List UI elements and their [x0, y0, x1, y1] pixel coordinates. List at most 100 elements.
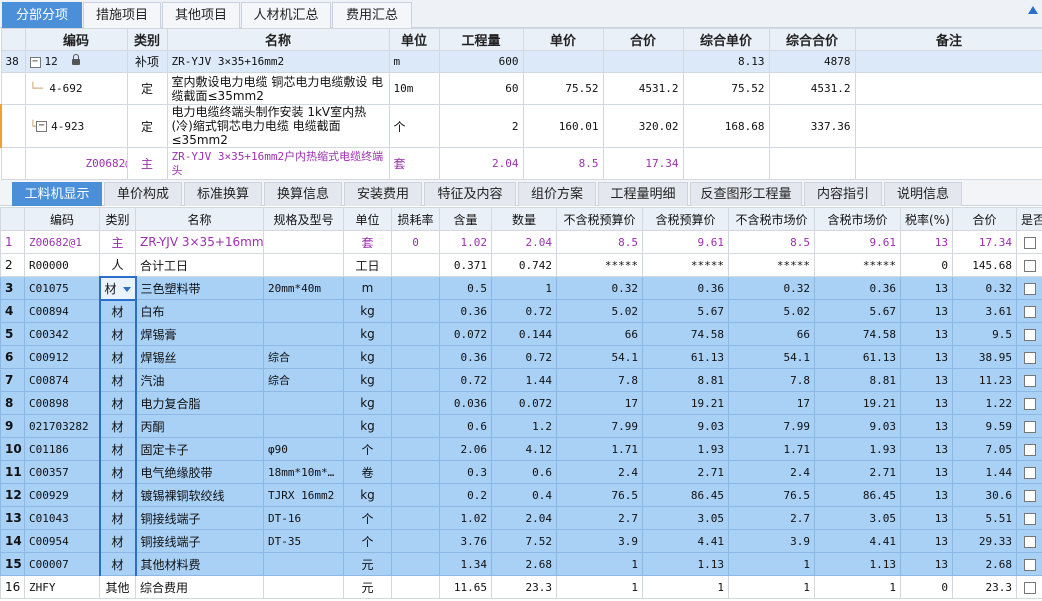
row-loss-rate[interactable] [391, 506, 440, 530]
table-row[interactable]: 11 C00357 材电气绝缘胶带 18mm*10m*… 卷 0.3 0.6 2.4 2.71 2… [0, 460, 1042, 484]
row-tax-rate[interactable]: 13 [900, 552, 953, 576]
row-budget-price-excl-tax[interactable]: 66 [556, 322, 643, 346]
row-unit[interactable]: m [343, 276, 392, 300]
row-quantity[interactable]: 2 [438, 104, 524, 148]
row-type[interactable]: 主 [126, 147, 168, 180]
row-budget-price-excl-tax[interactable]: 8.5 [556, 230, 643, 254]
row-content[interactable]: 1.02 [439, 230, 492, 254]
row-budget-price-excl-tax[interactable]: 0.32 [556, 276, 643, 300]
row-name[interactable]: 电力复合脂 [135, 391, 264, 415]
table-row[interactable]: 10 C01186 材固定卡子 φ90 个 2.06 4.12 1.71 1.93 1.71 1.9… [0, 437, 1042, 461]
row-content[interactable]: 11.65 [439, 575, 492, 599]
table-row[interactable]: 38 −12 补项 ZR-YJV 3×35+16mm2 m 600 8.13 4… [0, 50, 1042, 73]
header-amount[interactable]: 合价 [602, 28, 684, 51]
row-type[interactable]: 材 [98, 275, 137, 301]
row-spec[interactable]: φ90 [263, 437, 344, 461]
row-name[interactable]: 白布 [135, 299, 264, 323]
row-quantity[interactable]: 1 [491, 276, 557, 300]
row-tax-rate[interactable]: 13 [900, 276, 953, 300]
row-name[interactable]: 合计工日 [135, 253, 264, 277]
row-quantity[interactable]: 4.12 [491, 437, 557, 461]
row-spec[interactable]: DT-16 [263, 506, 344, 530]
header-total-composite[interactable]: 综合合价 [768, 28, 856, 51]
collapse-icon[interactable]: − [29, 56, 41, 68]
row-budget-price-incl-tax[interactable]: 3.05 [642, 506, 729, 530]
row-market-price-excl-tax[interactable]: 54.1 [728, 345, 815, 369]
row-market-price-incl-tax[interactable]: 61.13 [814, 345, 901, 369]
row-flag-checkbox[interactable] [1024, 305, 1036, 318]
row-flag-checkbox[interactable] [1024, 420, 1036, 433]
row-budget-price-incl-tax[interactable]: 1 [642, 575, 729, 599]
header-tax-rate[interactable]: 税率(%) [900, 207, 953, 231]
row-type[interactable]: 材 [98, 460, 137, 484]
row-note[interactable] [854, 147, 1042, 180]
row-spec[interactable]: DT-35 [263, 529, 344, 553]
row-code[interactable]: C01043 [24, 506, 100, 530]
row-budget-price-excl-tax[interactable]: ***** [556, 253, 643, 277]
row-content[interactable]: 0.5 [439, 276, 492, 300]
header-loss-rate[interactable]: 损耗率 [391, 207, 440, 231]
row-spec[interactable] [263, 414, 344, 438]
row-code[interactable]: C00357 [24, 460, 100, 484]
row-code[interactable]: C00874 [24, 368, 100, 392]
row-spec[interactable] [263, 230, 344, 254]
table-row[interactable]: 9 021703282 材丙酮 kg 0.6 1.2 7.99 9.03 7.99 9.03 13 9… [0, 414, 1042, 438]
header-price[interactable]: 单价 [522, 28, 604, 51]
row-budget-price-excl-tax[interactable]: 1.71 [556, 437, 643, 461]
row-spec[interactable]: 18mm*10m*… [263, 460, 344, 484]
row-spec[interactable] [263, 391, 344, 415]
row-code[interactable]: C00007 [24, 552, 100, 576]
tab-conversion-info[interactable]: 换算信息 [264, 182, 342, 206]
row-name[interactable]: ZR-YJV 3×35+16mm2户内热缩式电缆终端头 [166, 147, 390, 180]
row-content[interactable]: 0.371 [439, 253, 492, 277]
row-tax-rate[interactable]: 13 [900, 368, 953, 392]
row-name[interactable]: 丙酮 [135, 414, 264, 438]
tab-content-guide[interactable]: 内容指引 [804, 182, 882, 206]
row-budget-price-excl-tax[interactable]: 2.4 [556, 460, 643, 484]
row-name[interactable]: 焊锡丝 [135, 345, 264, 369]
row-quantity[interactable]: 0.742 [491, 253, 557, 277]
row-content[interactable]: 0.072 [439, 322, 492, 346]
tab-price-composition[interactable]: 单价构成 [104, 182, 182, 206]
row-quantity[interactable]: 2.68 [491, 552, 557, 576]
row-market-price-excl-tax[interactable]: 8.5 [728, 230, 815, 254]
row-quantity[interactable]: 1.44 [491, 368, 557, 392]
row-quantity[interactable]: 0.72 [491, 345, 557, 369]
row-market-price-incl-tax[interactable]: 74.58 [814, 322, 901, 346]
row-name[interactable]: 焊锡膏 [135, 322, 264, 346]
row-loss-rate[interactable]: 0 [391, 230, 440, 254]
row-quantity[interactable]: 0.072 [491, 391, 557, 415]
row-content[interactable]: 0.36 [439, 299, 492, 323]
row-flag-checkbox[interactable] [1024, 236, 1036, 249]
row-quantity[interactable]: 60 [438, 72, 524, 105]
row-market-price-incl-tax[interactable]: 9.03 [814, 414, 901, 438]
row-budget-price-excl-tax[interactable]: 54.1 [556, 345, 643, 369]
row-flag-checkbox[interactable] [1024, 558, 1036, 571]
table-row[interactable]: 14 C00954 材铜接线端子 DT-35 个 3.76 7.52 3.9 4.41 3.9 4.… [0, 529, 1042, 553]
row-tax-rate[interactable]: 13 [900, 483, 953, 507]
row-market-price-incl-tax[interactable]: 1 [814, 575, 901, 599]
row-content[interactable]: 1.34 [439, 552, 492, 576]
row-type[interactable]: 定 [126, 72, 168, 105]
row-budget-price-incl-tax[interactable]: 9.61 [642, 230, 729, 254]
header-code[interactable]: 编码 [24, 207, 100, 231]
row-name[interactable]: 电力电缆终端头制作安装 1kV室内热(冷)缩式铜芯电力电缆 电缆截面≤35mm2 [166, 104, 390, 148]
row-flag-checkbox[interactable] [1024, 259, 1036, 272]
row-flag-checkbox[interactable] [1024, 443, 1036, 456]
row-unit[interactable]: 元 [343, 552, 392, 576]
row-content[interactable]: 2.06 [439, 437, 492, 461]
row-code[interactable]: Z00682@1 [24, 147, 128, 180]
row-unit[interactable]: kg [343, 414, 392, 438]
row-type[interactable]: 主 [99, 230, 136, 254]
row-name[interactable]: ZR-YJV 3×35+16mm2… [135, 230, 264, 254]
tab-quantity-detail[interactable]: 工程量明细 [598, 182, 688, 206]
table-row-selected[interactable]: └ −4-923 定 电力电缆终端头制作安装 1kV室内热(冷)缩式铜芯电力电缆 … [0, 104, 1042, 148]
row-flag-checkbox[interactable] [1024, 374, 1036, 387]
row-budget-price-excl-tax[interactable]: 5.02 [556, 299, 643, 323]
row-type[interactable]: 材 [98, 529, 137, 553]
row-market-price-excl-tax[interactable]: 3.9 [728, 529, 815, 553]
header-market-price-incl-tax[interactable]: 含税市场价 [814, 207, 901, 231]
row-market-price-incl-tax[interactable]: 9.61 [814, 230, 901, 254]
row-market-price-excl-tax[interactable]: ***** [728, 253, 815, 277]
row-type[interactable]: 材 [98, 322, 137, 346]
